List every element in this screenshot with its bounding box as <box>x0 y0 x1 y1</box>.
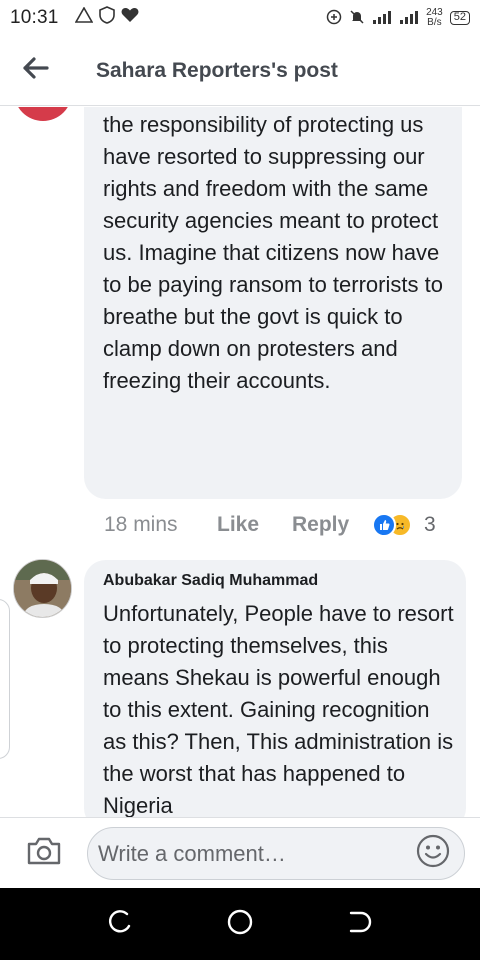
like-reaction-icon <box>372 513 396 537</box>
camera-button[interactable] <box>0 818 88 889</box>
comment-author[interactable]: Abubakar Sadiq Muhammad <box>103 572 318 590</box>
status-time: 10:31 <box>10 7 59 28</box>
heart-icon <box>121 7 139 29</box>
avatar[interactable] <box>14 107 72 121</box>
comment-composer: Write a comment… <box>0 817 480 888</box>
comment-time: 18 mins <box>104 513 178 536</box>
signal-icon <box>399 10 419 27</box>
battery-indicator: 52 <box>449 11 470 25</box>
home-button[interactable] <box>226 908 254 941</box>
home-icon <box>226 908 254 941</box>
comment-actions: 18 mins Like Reply 3 <box>104 509 464 541</box>
camera-icon <box>26 836 62 871</box>
mute-icon <box>349 9 365 28</box>
avatar[interactable] <box>13 559 72 618</box>
recent-apps-button[interactable] <box>106 909 134 940</box>
app-header: Sahara Reporters's post <box>0 36 480 106</box>
comment-bubble[interactable]: Abubakar Sadiq Muhammad Unfortunately, P… <box>84 560 466 817</box>
data-saver-icon <box>326 9 342 28</box>
comment-input[interactable]: Write a comment… <box>87 827 465 880</box>
system-nav-bar <box>0 888 480 960</box>
back-nav-button[interactable] <box>346 910 374 938</box>
arrow-left-icon <box>23 57 49 84</box>
emoji-icon <box>416 834 450 873</box>
reactions-summary[interactable]: 3 <box>372 513 436 537</box>
signal-icon <box>372 10 392 27</box>
warning-icon <box>74 6 93 29</box>
back-button[interactable] <box>0 36 72 106</box>
like-button[interactable]: Like <box>217 513 292 537</box>
recent-apps-icon <box>107 909 133 940</box>
shield-icon <box>98 6 115 30</box>
reply-button[interactable]: Reply <box>292 513 372 537</box>
comment-bubble[interactable]: It's so sad that those saddled with the … <box>84 107 462 499</box>
net-speed: 243 B/s <box>426 8 443 28</box>
page-title: Sahara Reporters's post <box>96 58 338 82</box>
emoji-button[interactable] <box>416 834 450 873</box>
net-speed-unit: B/s <box>427 17 442 28</box>
scroll-edge-indicator <box>0 599 10 759</box>
reaction-count: 3 <box>424 513 436 536</box>
comments-list[interactable]: It's so sad that those saddled with the … <box>0 107 480 817</box>
comment-text: It's so sad that those saddled with the … <box>103 112 443 393</box>
status-bar: 10:31 243 B/s 52 <box>0 0 480 36</box>
comment-text: Unfortunately, People have to resort to … <box>103 601 454 817</box>
back-nav-icon <box>347 909 373 940</box>
